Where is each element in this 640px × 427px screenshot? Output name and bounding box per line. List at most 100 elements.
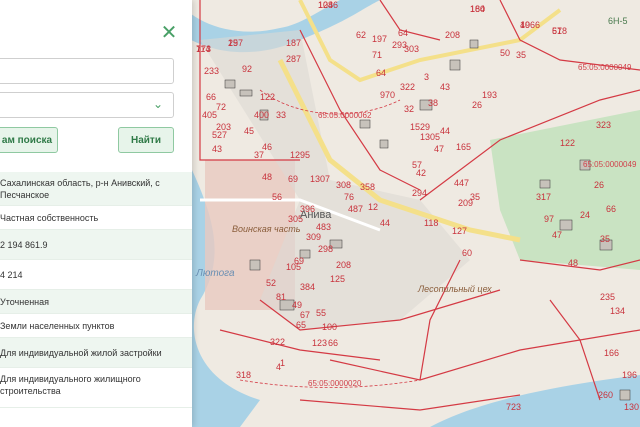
parcel-number[interactable]: 49 <box>292 300 302 310</box>
parcel-number[interactable]: 81 <box>276 292 286 302</box>
parcel-number[interactable]: 35 <box>600 234 610 244</box>
parcel-number[interactable]: 26 <box>472 100 482 110</box>
parcel-number[interactable]: 773 <box>196 44 211 54</box>
parcel-number[interactable]: 4 <box>276 362 281 372</box>
parcel-number[interactable]: 483 <box>316 222 331 232</box>
parcel-number[interactable]: 1529 <box>410 122 430 132</box>
parcel-number[interactable]: 970 <box>380 90 395 100</box>
parcel-number[interactable]: 358 <box>360 182 375 192</box>
parcel-number[interactable]: 165 <box>456 142 471 152</box>
parcel-number[interactable]: 64 <box>376 68 386 78</box>
parcel-number[interactable]: 400 <box>254 110 269 120</box>
parcel-number[interactable]: 322 <box>400 82 415 92</box>
parcel-number[interactable]: 32 <box>404 104 414 114</box>
parcel-number[interactable]: 317 <box>536 192 551 202</box>
parcel-number[interactable]: 3 <box>424 72 429 82</box>
parcel-number[interactable]: 1305 <box>420 132 440 142</box>
parcel-number[interactable]: 209 <box>458 198 473 208</box>
parcel-number[interactable]: 294 <box>412 188 427 198</box>
parcel-number[interactable]: 100 <box>322 322 337 332</box>
parcel-number[interactable]: 24 <box>580 210 590 220</box>
parcel-number[interactable]: 130 <box>624 402 639 412</box>
search-type-select[interactable]: ⌄ <box>0 92 174 118</box>
parcel-number[interactable]: 164 <box>470 4 485 14</box>
parcel-number[interactable]: 64 <box>398 28 408 38</box>
parcel-number[interactable]: 55 <box>316 308 326 318</box>
parcel-number[interactable]: 42 <box>416 168 426 178</box>
parcel-number[interactable]: 260 <box>598 390 613 400</box>
parcel-number[interactable]: 66 <box>606 204 616 214</box>
parcel-number[interactable]: 62 <box>356 30 366 40</box>
parcel-number[interactable]: 384 <box>300 282 315 292</box>
parcel-number[interactable]: 405 <box>202 110 217 120</box>
parcel-number[interactable]: 44 <box>380 218 390 228</box>
parcel-number[interactable]: 125 <box>330 274 345 284</box>
parcel-number[interactable]: 12 <box>368 202 378 212</box>
find-button[interactable]: Найти <box>118 127 174 153</box>
parcel-number[interactable]: 26 <box>594 180 604 190</box>
parcel-number[interactable]: 69 <box>288 174 298 184</box>
parcel-number[interactable]: 318 <box>236 370 251 380</box>
close-icon[interactable]: ✕ <box>160 23 178 43</box>
parcel-number[interactable]: 208 <box>336 260 351 270</box>
parcel-number[interactable]: 43 <box>440 82 450 92</box>
parcel-number[interactable]: 1066 <box>520 20 540 30</box>
parcel-number[interactable]: 60 <box>462 248 472 258</box>
parcel-number[interactable]: 67 <box>300 310 310 320</box>
parcel-number[interactable]: 193 <box>482 90 497 100</box>
parcel-number[interactable]: 308 <box>336 180 351 190</box>
parcel-number[interactable]: 166 <box>604 348 619 358</box>
parcel-number[interactable]: 97 <box>544 214 554 224</box>
parcel-number[interactable]: 66 <box>328 338 338 348</box>
parcel-number[interactable]: 122 <box>560 138 575 148</box>
parcel-number[interactable]: 118 <box>424 218 438 228</box>
parcel-number[interactable]: 197 <box>372 34 387 44</box>
parcel-number[interactable]: 56 <box>272 192 282 202</box>
parcel-number[interactable]: 122 <box>260 92 275 102</box>
search-input[interactable] <box>0 58 174 84</box>
parcel-number[interactable]: 72 <box>216 102 226 112</box>
parcel-number[interactable]: 322 <box>270 337 285 347</box>
parcel-number[interactable]: 124 <box>318 0 333 10</box>
parcel-number[interactable]: 45 <box>244 126 254 136</box>
parcel-number[interactable]: 447 <box>454 178 469 188</box>
parcel-number[interactable]: 287 <box>286 54 301 64</box>
parcel-number[interactable]: 309 <box>306 232 321 242</box>
parcel-number[interactable]: 187 <box>286 38 301 48</box>
parcel-number[interactable]: 323 <box>596 120 611 130</box>
parcel-number[interactable]: 723 <box>506 402 521 412</box>
parcel-number[interactable]: 233 <box>204 66 219 76</box>
parcel-number[interactable]: 303 <box>404 44 419 54</box>
parcel-number[interactable]: 65 <box>296 320 306 330</box>
parcel-number[interactable]: 92 <box>242 64 252 74</box>
parcel-number[interactable]: 487 <box>348 204 363 214</box>
parcel-number[interactable]: 196 <box>622 370 637 380</box>
parcel-number[interactable]: 50 <box>500 48 510 58</box>
parcel-number[interactable]: 208 <box>445 30 460 40</box>
parcel-number[interactable]: 35 <box>516 50 526 60</box>
parcel-number[interactable]: 47 <box>552 230 562 240</box>
parcel-number[interactable]: 43 <box>212 144 222 154</box>
parcel-number[interactable]: 678 <box>552 26 567 36</box>
parcel-number[interactable]: 48 <box>262 172 272 182</box>
parcel-number[interactable]: 48 <box>568 258 578 268</box>
parcel-number[interactable]: 33 <box>276 110 286 120</box>
parcel-number[interactable]: 1295 <box>290 150 310 160</box>
parcel-number[interactable]: 25 <box>228 38 238 48</box>
parcel-number[interactable]: 47 <box>434 144 444 154</box>
parcel-number[interactable]: 127 <box>452 226 467 236</box>
search-params-button[interactable]: ам поиска <box>0 127 58 153</box>
parcel-number[interactable]: 1307 <box>310 174 330 184</box>
parcel-number[interactable]: 298 <box>318 244 333 254</box>
parcel-number[interactable]: 46 <box>262 142 272 152</box>
parcel-number[interactable]: 38 <box>428 98 438 108</box>
parcel-number[interactable]: 44 <box>440 126 450 136</box>
parcel-number[interactable]: 123 <box>312 338 327 348</box>
parcel-number[interactable]: 52 <box>266 278 276 288</box>
parcel-number[interactable]: 203 <box>216 122 231 132</box>
parcel-number[interactable]: 69 <box>294 256 304 266</box>
parcel-number[interactable]: 71 <box>372 50 382 60</box>
parcel-number[interactable]: 76 <box>344 192 354 202</box>
parcel-number[interactable]: 235 <box>600 292 615 302</box>
parcel-number[interactable]: 66 <box>206 92 216 102</box>
